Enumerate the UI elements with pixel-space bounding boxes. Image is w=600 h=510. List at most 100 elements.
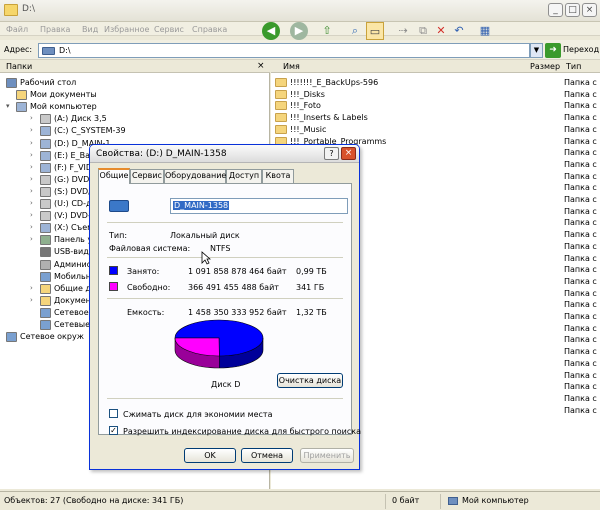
file-row[interactable]: !!!_Inserts & Labels Папка с [271, 112, 600, 124]
address-bar: Адрес: D:\ ▼ ➜ Переход [0, 40, 600, 60]
tree-item-icon [40, 174, 51, 185]
file-name: !!!_Music [290, 124, 327, 134]
expand-toggle[interactable]: › [30, 211, 33, 219]
expand-toggle[interactable]: ▾ [6, 102, 10, 110]
free-label: Свободно: [127, 283, 171, 292]
expand-toggle[interactable]: › [30, 163, 33, 171]
expand-toggle[interactable]: › [30, 175, 33, 183]
status-location: Мой компьютер [462, 496, 529, 505]
tab-hardware[interactable]: Оборудование [164, 169, 226, 183]
file-type: Папка с [564, 393, 597, 403]
file-name: !!!_Inserts & Labels [290, 113, 368, 123]
folders-icon[interactable]: ▭ [366, 22, 384, 40]
tab-quota[interactable]: Квота [262, 169, 294, 183]
volume-label-input[interactable]: D_MAIN-1358 [170, 198, 348, 214]
capacity-label: Емкость: [127, 308, 165, 317]
tree-item-label: Мои документы [30, 90, 97, 100]
compress-checkbox[interactable] [109, 409, 118, 418]
column-type[interactable]: Тип [566, 62, 581, 71]
folder-icon [275, 113, 287, 123]
tree-item-icon [40, 295, 51, 306]
compress-label: Сжимать диск для экономии места [123, 410, 273, 419]
cancel-button[interactable]: Отмена [241, 448, 293, 463]
maximize-button[interactable]: □ [565, 3, 580, 17]
tree-item-icon [40, 259, 51, 270]
file-type: Папка с [564, 253, 597, 263]
expand-toggle[interactable]: › [30, 187, 33, 195]
filesystem-label: Файловая система: [109, 244, 191, 253]
tree-item-icon [40, 307, 51, 318]
tab-general[interactable]: Общие [98, 168, 130, 184]
type-label: Тип: [109, 231, 128, 240]
file-type: Папка с [564, 276, 597, 286]
expand-toggle[interactable]: › [30, 223, 33, 231]
undo-icon[interactable]: ↶ [450, 22, 468, 40]
file-type: Папка с [564, 358, 597, 368]
status-objects: Объектов: 27 (Свободно на диске: 341 ГБ) [4, 496, 184, 505]
views-icon[interactable]: ▦ [476, 22, 494, 40]
tab-tools[interactable]: Сервис [130, 169, 164, 183]
expand-toggle[interactable]: › [30, 139, 33, 147]
expand-toggle[interactable]: › [30, 199, 33, 207]
close-pane-icon[interactable]: × [257, 61, 265, 71]
file-type: Папка с [564, 113, 597, 123]
file-type: Папка с [564, 382, 597, 392]
file-row[interactable]: !!!_Music Папка с [271, 124, 600, 136]
general-tab-panel: D_MAIN-1358 Тип: Локальный диск Файловая… [98, 183, 361, 436]
apply-button[interactable]: Применить [300, 448, 354, 463]
column-name[interactable]: Имя [283, 62, 300, 71]
file-type: Папка с [564, 312, 597, 321]
tree-item-icon [40, 126, 51, 137]
folder-icon [4, 4, 18, 16]
address-input[interactable]: D:\ [38, 43, 530, 58]
free-space-swatch [109, 282, 118, 291]
tree-item-icon [40, 223, 51, 234]
file-row[interactable]: !!!_Disks Папка с [271, 89, 600, 101]
file-row[interactable]: !!!_Foto Папка с [271, 100, 600, 112]
properties-dialog: Свойства: (D:) D_MAIN-1358 ? × Общие Сер… [89, 144, 361, 470]
type-value: Локальный диск [170, 231, 240, 240]
go-button-label[interactable]: Переход [563, 45, 599, 54]
window-title-bar: D:\ _ □ × [0, 0, 600, 22]
back-button[interactable]: ◀ [262, 22, 280, 40]
expand-toggle[interactable]: › [30, 114, 33, 122]
search-icon[interactable]: ⌕ [346, 22, 364, 40]
used-human: 0,99 ТБ [296, 267, 327, 276]
expand-toggle[interactable]: › [30, 151, 33, 159]
file-type: Папка с [564, 183, 597, 193]
up-folder-icon[interactable]: ⇧ [318, 22, 336, 40]
move-to-icon[interactable]: ⇢ [394, 22, 412, 40]
forward-button[interactable]: ▶ [290, 22, 308, 40]
folders-pane-title: Папки [6, 62, 33, 71]
tree-item-icon [40, 320, 51, 330]
column-size[interactable]: Размер [530, 62, 560, 71]
expand-toggle[interactable]: › [30, 296, 33, 304]
file-type: Папка с [564, 195, 597, 204]
file-type: Папка с [564, 159, 597, 169]
status-bar: Объектов: 27 (Свободно на диске: 341 ГБ)… [0, 491, 600, 510]
expand-toggle[interactable]: › [30, 284, 33, 292]
expand-toggle[interactable]: › [30, 235, 33, 243]
file-type: Папка с [564, 241, 597, 251]
ok-button[interactable]: OK [184, 448, 236, 463]
copy-to-icon[interactable]: ⧉ [414, 22, 432, 40]
minimize-button[interactable]: _ [548, 3, 563, 17]
column-header: Имя Размер Тип [271, 61, 600, 73]
dialog-close-button[interactable]: × [341, 147, 356, 160]
capacity-bytes: 1 458 350 333 952 байт [188, 308, 287, 317]
tab-sharing[interactable]: Доступ [226, 169, 262, 183]
address-label: Адрес: [4, 45, 33, 54]
close-button[interactable]: × [582, 3, 597, 17]
expand-toggle[interactable]: › [30, 126, 33, 134]
go-arrow-icon[interactable]: ➜ [545, 43, 561, 58]
tree-item-icon [40, 211, 51, 222]
file-type: Папка с [564, 124, 597, 134]
help-button[interactable]: ? [324, 147, 339, 160]
disk-cleanup-button[interactable]: Очистка диска [277, 373, 343, 388]
window-title: D:\ [22, 4, 35, 14]
delete-icon[interactable]: ✕ [432, 22, 450, 40]
address-dropdown-button[interactable]: ▼ [530, 43, 543, 58]
index-checkbox[interactable]: ✓ [109, 426, 118, 435]
disk-usage-pie-chart [174, 319, 264, 369]
file-row[interactable]: !!!!!!!_E_BackUps-596 Папка с [271, 77, 600, 89]
